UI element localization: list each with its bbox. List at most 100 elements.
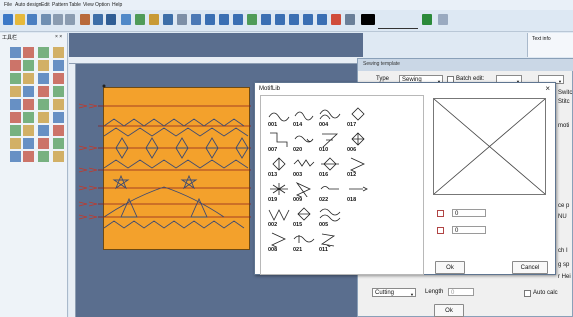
motif-cell-number: 018 xyxy=(347,197,357,203)
brush-icon[interactable] xyxy=(53,73,64,84)
bucket-icon[interactable] xyxy=(10,86,21,97)
color-icon[interactable] xyxy=(10,151,21,162)
line-style-sample[interactable] xyxy=(378,28,418,29)
layout-icon[interactable] xyxy=(23,151,34,162)
fill-icon[interactable] xyxy=(10,125,21,136)
menu-auto-design[interactable]: Auto design xyxy=(15,2,41,8)
sewing-option-label: ch I xyxy=(558,248,568,254)
motif-cell-number: 006 xyxy=(347,147,357,153)
wand-icon[interactable] xyxy=(38,73,49,84)
motif-icon[interactable] xyxy=(23,125,34,136)
open-folder-icon[interactable] xyxy=(15,14,25,25)
menu-table[interactable]: Table xyxy=(69,2,81,8)
sewing-ok-button[interactable]: Ok xyxy=(434,304,464,317)
grid-icon[interactable] xyxy=(93,14,103,25)
delete-icon[interactable] xyxy=(53,151,64,162)
cursor-icon[interactable] xyxy=(10,47,21,58)
zigzag-icon[interactable] xyxy=(247,14,257,25)
motif-preview xyxy=(433,98,546,195)
length-input[interactable]: 0 xyxy=(448,288,474,296)
shape-icon[interactable] xyxy=(38,125,49,136)
sigma-icon[interactable] xyxy=(163,14,173,25)
table-icon[interactable] xyxy=(106,14,116,25)
edit-icon[interactable] xyxy=(38,151,49,162)
motif-ok-button[interactable]: Ok xyxy=(435,261,465,274)
color-checkbox-1[interactable] xyxy=(437,210,444,217)
copy-icon[interactable] xyxy=(10,99,21,110)
save-icon[interactable] xyxy=(27,14,37,25)
vertical-ruler xyxy=(69,64,76,317)
grid-tool-icon[interactable] xyxy=(38,99,49,110)
motif-cell-number: 011 xyxy=(319,247,328,253)
brush-icon[interactable] xyxy=(80,14,90,25)
method-select[interactable]: Cutting ▼ xyxy=(372,288,416,297)
auto-calc-checkbox[interactable] xyxy=(524,290,531,297)
pen-icon[interactable] xyxy=(41,14,51,25)
layout-icon[interactable] xyxy=(121,14,131,25)
color-checkbox-2[interactable] xyxy=(437,227,444,234)
tick-icon[interactable] xyxy=(438,14,448,25)
menu-pattern[interactable]: Pattern xyxy=(52,2,68,8)
chart-icon[interactable] xyxy=(219,14,229,25)
move-icon[interactable] xyxy=(38,47,49,58)
motif-cancel-button[interactable]: Cancel xyxy=(512,261,548,274)
shape-icon[interactable] xyxy=(289,14,299,25)
wave-icon[interactable] xyxy=(233,14,243,25)
motif-cell-number: 010 xyxy=(319,147,329,153)
menu-view[interactable]: View xyxy=(83,2,94,8)
image-icon[interactable] xyxy=(53,86,64,97)
field-2-input[interactable]: 0 xyxy=(452,226,486,234)
rotate-icon[interactable] xyxy=(53,47,64,58)
zoom-icon[interactable] xyxy=(53,112,64,123)
menu-file[interactable]: File xyxy=(4,2,12,8)
pencil-icon[interactable] xyxy=(10,60,21,71)
field-1-input[interactable]: 0 xyxy=(452,209,486,217)
motif-shape-icon xyxy=(270,183,288,195)
ruler-icon[interactable] xyxy=(23,60,34,71)
close-icon[interactable]: × xyxy=(545,84,550,93)
undo-icon[interactable] xyxy=(53,14,63,25)
symbol-icon[interactable] xyxy=(53,138,64,149)
line-icon[interactable] xyxy=(10,73,21,84)
group-icon[interactable] xyxy=(23,138,34,149)
motif-shape-icon xyxy=(351,107,365,121)
eraser-icon[interactable] xyxy=(23,86,34,97)
color-wheel-icon[interactable] xyxy=(331,14,341,25)
wand-icon[interactable] xyxy=(191,14,201,25)
preview-empty-cross xyxy=(433,98,546,195)
text-icon[interactable] xyxy=(38,86,49,97)
table-icon[interactable] xyxy=(10,112,21,123)
curve-icon[interactable] xyxy=(53,60,64,71)
align-icon[interactable] xyxy=(177,14,187,25)
settings-icon[interactable] xyxy=(345,14,355,25)
frame-icon[interactable] xyxy=(303,14,313,25)
motif-cell-number: 009 xyxy=(293,197,303,203)
motif-cell-number: 001 xyxy=(268,122,278,128)
record-icon[interactable] xyxy=(422,14,432,25)
region-icon[interactable] xyxy=(317,14,327,25)
select-icon[interactable] xyxy=(53,125,64,136)
menu-option[interactable]: Option xyxy=(95,2,110,8)
scissors-icon[interactable] xyxy=(23,99,34,110)
panel-close-icon[interactable]: × × xyxy=(55,34,62,40)
stitch-tool-icon[interactable] xyxy=(205,14,215,25)
line-icon[interactable] xyxy=(275,14,285,25)
redo-icon[interactable] xyxy=(65,14,75,25)
paint-icon[interactable] xyxy=(149,14,159,25)
stitch-icon[interactable] xyxy=(53,99,64,110)
sewing-icon[interactable] xyxy=(261,14,271,25)
main-toolbar xyxy=(0,10,573,32)
book-icon[interactable] xyxy=(135,14,145,25)
align-icon[interactable] xyxy=(10,138,21,149)
new-file-icon[interactable] xyxy=(3,14,13,25)
pen-tool-icon[interactable] xyxy=(23,47,34,58)
motif-cell-number: 002 xyxy=(268,222,278,228)
pattern-icon[interactable] xyxy=(38,138,49,149)
color-swatch-black[interactable] xyxy=(361,14,375,25)
menu-help[interactable]: Help xyxy=(112,2,122,8)
arc-icon[interactable] xyxy=(38,60,49,71)
layer-icon[interactable] xyxy=(23,112,34,123)
node-icon[interactable] xyxy=(23,73,34,84)
frame-icon[interactable] xyxy=(38,112,49,123)
menu-edit[interactable]: Edit xyxy=(41,2,50,8)
